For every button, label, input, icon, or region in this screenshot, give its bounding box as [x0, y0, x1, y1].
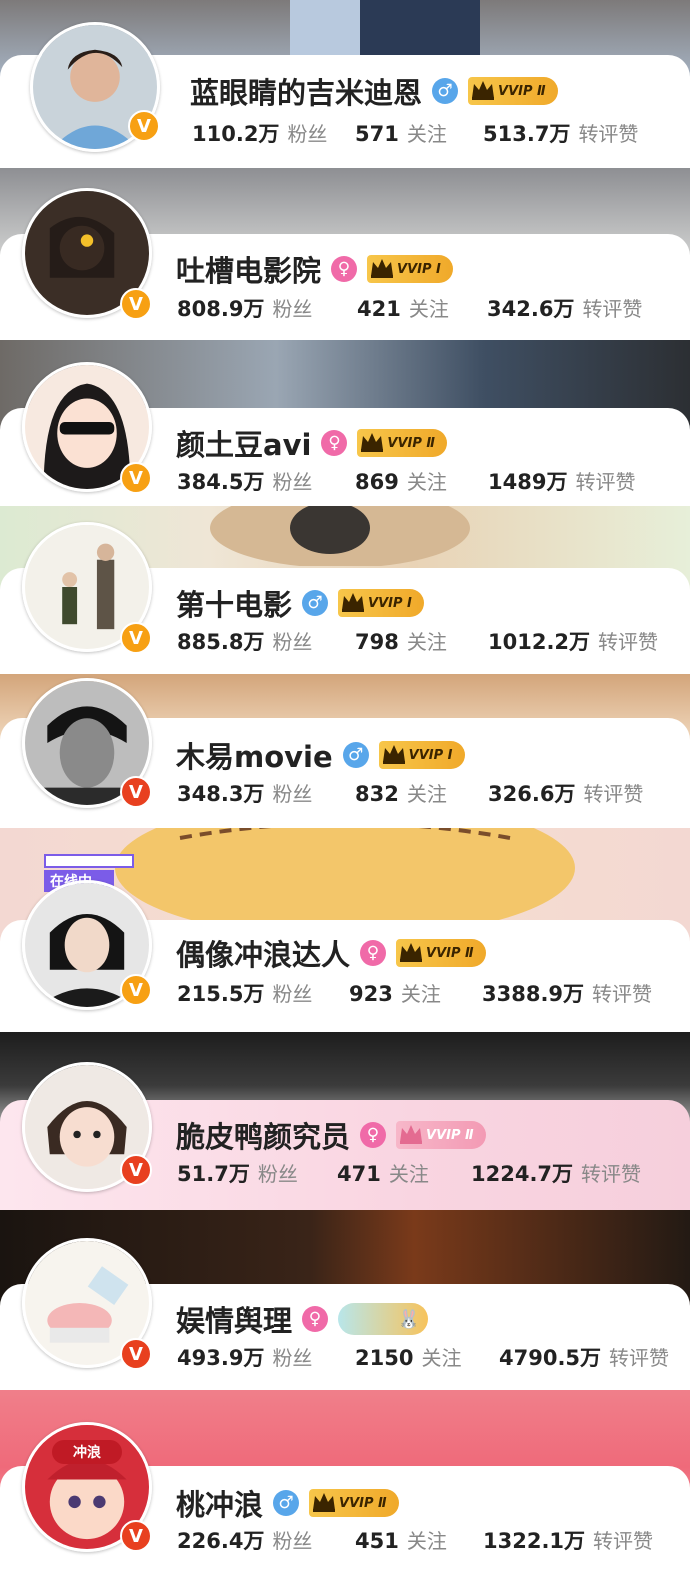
crown-icon: [400, 943, 423, 962]
crown-icon: [400, 1125, 423, 1144]
female-icon: ♀: [360, 1122, 387, 1148]
female-icon: ♀: [331, 256, 358, 282]
profile-card[interactable]: V 第十电影 ♂ VVIP Ⅰ 885.8万 粉丝 798 关注 1012.2万 转评…: [0, 506, 690, 674]
account-name[interactable]: 偶像冲浪达人: [176, 932, 350, 974]
verified-v-badge: V: [120, 622, 152, 654]
profile-card[interactable]: V 吐槽电影院 ♀ VVIP Ⅰ 808.9万 粉丝 421 关注 342.6万 转评…: [0, 168, 690, 340]
account-name[interactable]: 第十电影: [176, 582, 292, 624]
followers-stat[interactable]: 808.9万 粉丝: [177, 293, 357, 323]
vvip-badge[interactable]: VVIP Ⅰ: [338, 589, 424, 617]
followers-stat[interactable]: 493.9万 粉丝: [177, 1342, 355, 1372]
followers-stat[interactable]: 215.5万 粉丝: [177, 978, 349, 1008]
crown-icon: [361, 433, 384, 452]
vvip-badge[interactable]: VVIP Ⅱ: [396, 939, 486, 967]
male-icon: ♂: [273, 1490, 300, 1516]
account-name[interactable]: 吐槽电影院: [176, 248, 321, 290]
verified-v-badge: V: [128, 110, 160, 142]
crown-icon: [371, 259, 394, 278]
verified-v-badge: V: [120, 288, 152, 320]
engagement-stat[interactable]: 3388.9万 转评赞: [482, 978, 652, 1008]
following-stat[interactable]: 923 关注: [349, 978, 482, 1007]
profile-card[interactable]: V 蓝眼睛的吉米迪恩 ♂ VVIP Ⅱ 110.2万 粉丝 571 关注 513.7…: [0, 0, 690, 168]
verified-v-badge: V: [120, 1338, 152, 1370]
verified-v-badge: V: [120, 1154, 152, 1186]
engagement-stat[interactable]: 342.6万 转评赞: [487, 293, 642, 323]
vvip-badge[interactable]: VVIP Ⅱ: [309, 1489, 399, 1517]
female-icon: ♀: [302, 1306, 329, 1332]
profile-card[interactable]: 冲浪 V 桃冲浪 ♂ VVIP Ⅱ 226.4万 粉丝 451 关注 1322.1万…: [0, 1390, 690, 1583]
male-icon: ♂: [302, 590, 329, 616]
account-name[interactable]: 蓝眼睛的吉米迪恩: [190, 70, 422, 112]
crown-icon: [313, 1493, 336, 1512]
engagement-stat[interactable]: 1012.2万 转评赞: [488, 626, 658, 656]
verified-v-badge: V: [120, 1520, 152, 1552]
followers-stat[interactable]: 226.4万 粉丝: [177, 1525, 355, 1555]
following-stat[interactable]: 571 关注: [355, 118, 483, 147]
account-name[interactable]: 颜土豆avi: [176, 422, 311, 464]
male-icon: ♂: [432, 78, 459, 104]
following-stat[interactable]: 798 关注: [355, 626, 488, 655]
male-icon: ♂: [342, 742, 369, 768]
profile-card[interactable]: V 木易movie ♂ VVIP Ⅰ 348.3万 粉丝 832 关注 326.6万…: [0, 674, 690, 828]
female-icon: ♀: [360, 940, 387, 966]
following-stat[interactable]: 471 关注: [337, 1158, 471, 1187]
engagement-stat[interactable]: 513.7万 转评赞: [483, 118, 638, 148]
profile-card[interactable]: V 颜土豆avi ♀ VVIP Ⅱ 384.5万 粉丝 869 关注 1489万 转评…: [0, 340, 690, 506]
followers-stat[interactable]: 384.5万 粉丝: [177, 466, 355, 496]
crown-icon: [472, 81, 495, 100]
account-name[interactable]: 木易movie: [176, 734, 333, 776]
account-name[interactable]: 桃冲浪: [176, 1482, 263, 1524]
following-stat[interactable]: 2150 关注: [355, 1342, 499, 1371]
crown-icon: [342, 593, 365, 612]
followers-stat[interactable]: 885.8万 粉丝: [177, 626, 355, 656]
following-stat[interactable]: 832 关注: [355, 778, 488, 807]
vvip-badge[interactable]: VVIP Ⅰ: [367, 255, 453, 283]
account-name[interactable]: 脆皮鸭颜究员: [176, 1114, 350, 1156]
avatar-frame-label: 冲浪: [52, 1440, 122, 1464]
verified-v-badge: V: [120, 974, 152, 1006]
decorative-sticker-badge[interactable]: 🐰: [338, 1303, 429, 1335]
following-stat[interactable]: 421 关注: [357, 293, 487, 322]
female-icon: ♀: [321, 430, 348, 456]
followers-stat[interactable]: 348.3万 粉丝: [177, 778, 355, 808]
crown-icon: [382, 745, 405, 764]
followers-stat[interactable]: 110.2万 粉丝: [192, 118, 355, 148]
account-name[interactable]: 娱情舆理: [176, 1298, 292, 1340]
rabbit-icon: 🐰: [397, 1308, 421, 1330]
engagement-stat[interactable]: 4790.5万 转评赞: [499, 1342, 669, 1372]
vvip-badge[interactable]: VVIP Ⅱ: [357, 429, 447, 457]
engagement-stat[interactable]: 326.6万 转评赞: [488, 778, 643, 808]
following-stat[interactable]: 451 关注: [355, 1525, 483, 1554]
profile-card[interactable]: 在线中... V 偶像冲浪达人 ♀ VVIP Ⅱ 215.5万 粉丝 923 关注 …: [0, 828, 690, 1032]
engagement-stat[interactable]: 1322.1万 转评赞: [483, 1525, 653, 1555]
verified-v-badge: V: [120, 776, 152, 808]
engagement-stat[interactable]: 1489万 转评赞: [488, 466, 635, 496]
vvip-badge[interactable]: VVIP Ⅱ: [468, 77, 558, 105]
profile-card[interactable]: V 娱情舆理 ♀ 🐰 493.9万 粉丝 2150 关注 4790.5万 转评赞: [0, 1210, 690, 1390]
followers-stat[interactable]: 51.7万 粉丝: [177, 1158, 337, 1188]
engagement-stat[interactable]: 1224.7万 转评赞: [471, 1158, 641, 1188]
verified-v-badge: V: [120, 462, 152, 494]
profile-card[interactable]: V 脆皮鸭颜究员 ♀ VVIP Ⅱ 51.7万 粉丝 471 关注 1224.7万转…: [0, 1032, 690, 1210]
vvip-badge[interactable]: VVIP Ⅱ: [396, 1121, 486, 1149]
following-stat[interactable]: 869 关注: [355, 466, 488, 495]
vvip-badge[interactable]: VVIP Ⅰ: [378, 741, 465, 769]
